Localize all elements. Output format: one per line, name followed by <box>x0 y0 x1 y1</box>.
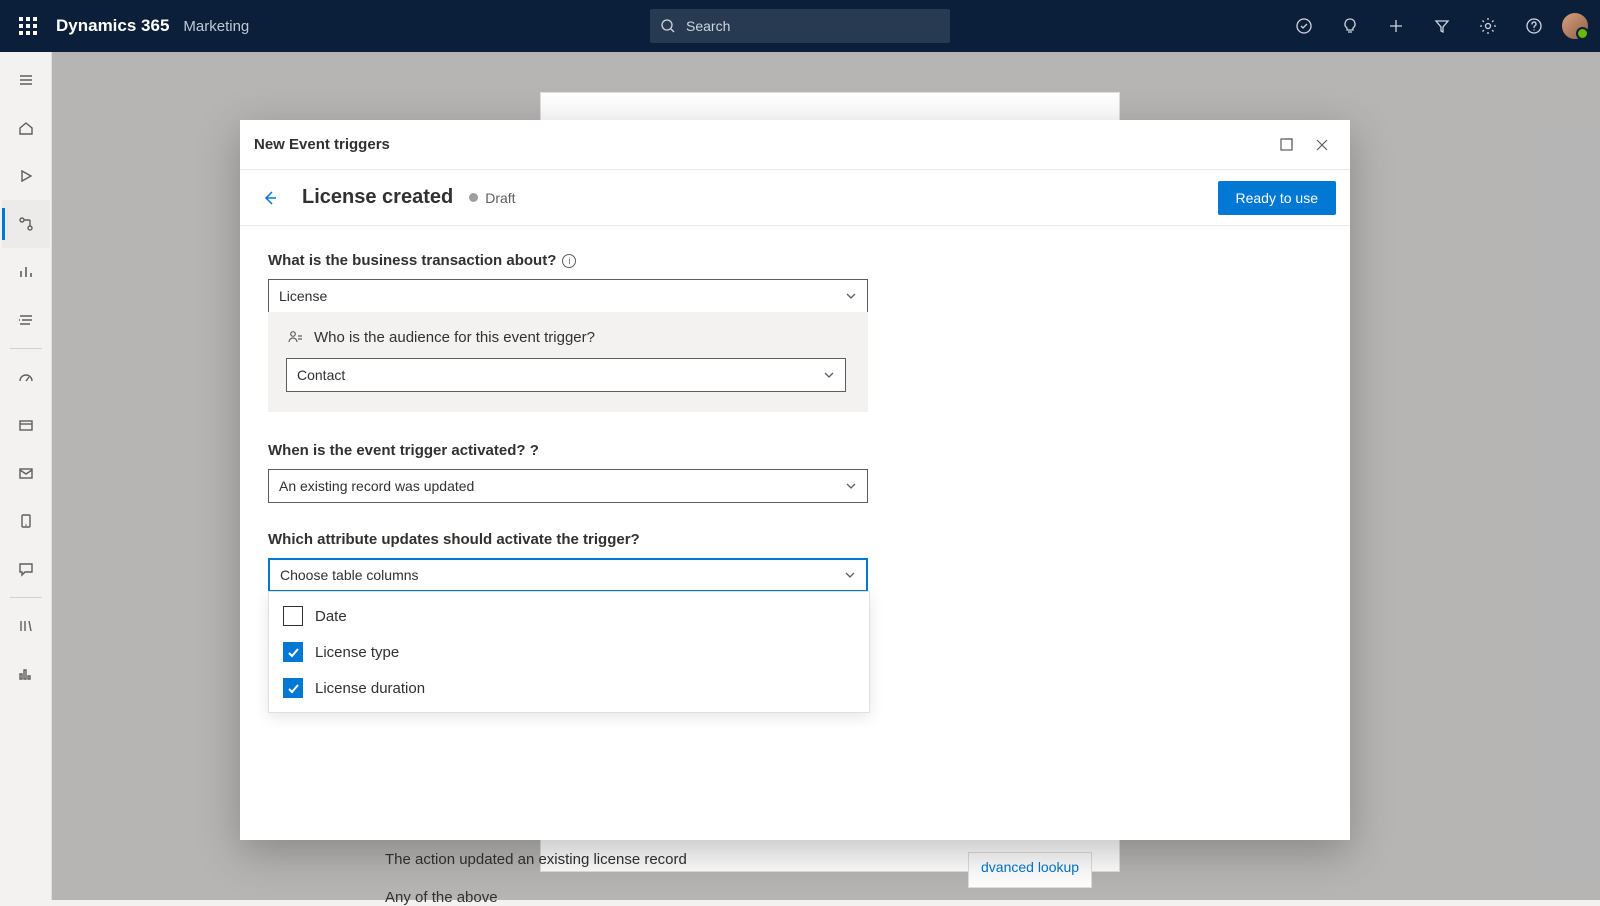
module-label: Marketing <box>183 18 249 35</box>
option-label: License duration <box>315 680 425 697</box>
audience-label-text: Who is the audience for this event trigg… <box>314 329 595 346</box>
advanced-lookup-button[interactable]: dvanced lookup <box>968 852 1092 888</box>
audience-value: Contact <box>297 367 345 383</box>
search-wrap <box>650 9 950 43</box>
modal-header: New Event triggers <box>240 120 1350 170</box>
info-icon[interactable]: i <box>562 254 576 268</box>
sidebar-chart[interactable] <box>2 650 50 698</box>
audience-icon <box>286 328 304 346</box>
q3-label: Which attribute updates should activate … <box>268 531 1322 548</box>
audience-panel: Who is the audience for this event trigg… <box>268 312 868 412</box>
business-transaction-select[interactable]: License <box>268 279 868 313</box>
q3-label-text: Which attribute updates should activate … <box>268 531 640 548</box>
settings-icon[interactable] <box>1468 6 1508 46</box>
sidebar-mail[interactable] <box>2 449 50 497</box>
add-icon[interactable] <box>1376 6 1416 46</box>
sidebar-flow[interactable] <box>2 296 50 344</box>
sidebar-hamburger[interactable] <box>2 56 50 104</box>
search-input[interactable] <box>650 9 950 43</box>
waffle-icon <box>19 17 37 35</box>
activation-value: An existing record was updated <box>279 478 474 494</box>
app-header: Dynamics 365 Marketing <box>0 0 1600 52</box>
q2-label: When is the event trigger activated? ? <box>268 442 1322 459</box>
sidebar <box>0 52 52 900</box>
new-event-trigger-modal: New Event triggers License created Draft… <box>240 120 1350 840</box>
modal-header-actions <box>1270 129 1338 161</box>
status-label: Draft <box>485 190 515 206</box>
chevron-down-icon <box>844 569 856 581</box>
chevron-down-icon <box>845 290 857 302</box>
back-button[interactable] <box>254 182 286 214</box>
chevron-down-icon <box>845 480 857 492</box>
background-text-2: Any of the above <box>385 889 498 906</box>
app-launcher-button[interactable] <box>8 6 48 46</box>
close-icon[interactable] <box>1306 129 1338 161</box>
modal-title: New Event triggers <box>254 136 390 153</box>
record-title: License created <box>302 186 453 209</box>
header-actions <box>1284 6 1590 46</box>
option-label: License type <box>315 644 399 661</box>
q1-label-text: What is the business transaction about? <box>268 252 556 269</box>
sidebar-mobile[interactable] <box>2 497 50 545</box>
business-transaction-value: License <box>279 288 327 304</box>
modal-subheader: License created Draft Ready to use <box>240 170 1350 226</box>
q1-label: What is the business transaction about? … <box>268 252 1322 269</box>
search-icon <box>660 18 676 34</box>
option-date[interactable]: Date <box>269 598 869 634</box>
brand-label: Dynamics 365 <box>56 16 169 36</box>
attribute-columns-select[interactable]: Choose table columns <box>268 558 868 592</box>
sidebar-chat[interactable] <box>2 545 50 593</box>
option-license-duration[interactable]: License duration <box>269 670 869 706</box>
chevron-down-icon <box>823 369 835 381</box>
modal-body: What is the business transaction about? … <box>240 226 1350 840</box>
checkbox[interactable] <box>283 606 303 626</box>
attribute-columns-placeholder: Choose table columns <box>280 567 419 583</box>
arrow-left-icon <box>260 188 280 208</box>
option-license-type[interactable]: License type <box>269 634 869 670</box>
sidebar-separator <box>10 348 42 349</box>
background-text-1: The action updated an existing license r… <box>385 851 687 868</box>
sidebar-separator-2 <box>10 597 42 598</box>
help-icon[interactable] <box>1514 6 1554 46</box>
ready-to-use-button[interactable]: Ready to use <box>1218 181 1337 215</box>
q2-label-text: When is the event trigger activated? ? <box>268 442 539 459</box>
avatar[interactable] <box>1560 11 1590 41</box>
sidebar-triggers[interactable] <box>2 200 50 248</box>
option-label: Date <box>315 608 347 625</box>
popout-icon[interactable] <box>1270 129 1302 161</box>
filter-icon[interactable] <box>1422 6 1462 46</box>
sidebar-play[interactable] <box>2 152 50 200</box>
activation-select[interactable]: An existing record was updated <box>268 469 868 503</box>
attribute-columns-dropdown: Date License type License duration <box>268 591 870 713</box>
status-pill: Draft <box>469 190 515 206</box>
lightbulb-icon[interactable] <box>1330 6 1370 46</box>
checkbox[interactable] <box>283 642 303 662</box>
status-dot-icon <box>469 193 478 202</box>
assistant-icon[interactable] <box>1284 6 1324 46</box>
checkbox[interactable] <box>283 678 303 698</box>
audience-select[interactable]: Contact <box>286 358 846 392</box>
sidebar-speed[interactable] <box>2 353 50 401</box>
sidebar-home[interactable] <box>2 104 50 152</box>
sidebar-card[interactable] <box>2 401 50 449</box>
sidebar-library[interactable] <box>2 602 50 650</box>
sidebar-analytics[interactable] <box>2 248 50 296</box>
audience-label: Who is the audience for this event trigg… <box>286 328 850 346</box>
subheader-left: License created Draft <box>254 182 516 214</box>
